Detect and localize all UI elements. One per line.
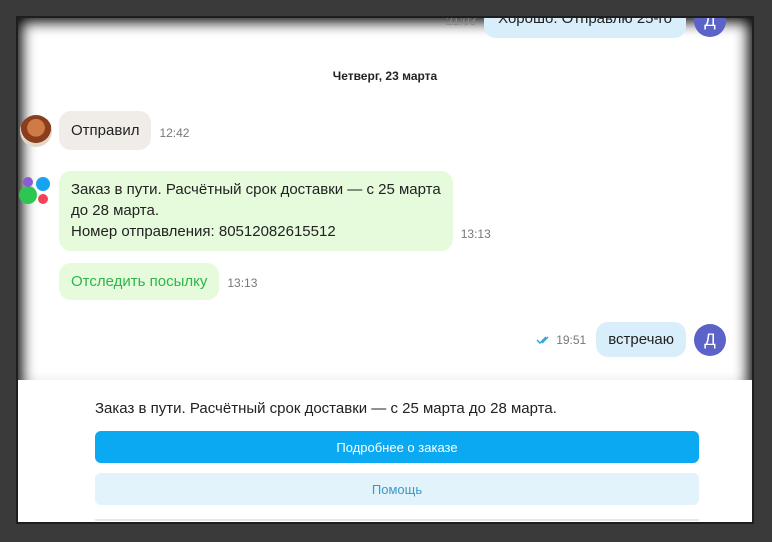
order-action-panel: Заказ в пути. Расчётный срок доставки — …: [18, 380, 752, 522]
outgoing-message: 19:51 встречаю Д: [536, 322, 726, 357]
seller-avatar: [20, 115, 52, 147]
chat-window: 21:03 Хорошо. Отправлю 25-го Д Четверг, …: [18, 18, 752, 522]
order-status-line: Заказ в пути. Расчётный срок доставки — …: [71, 181, 441, 198]
message-time: 13:13: [227, 276, 258, 290]
tracking-number: Номер отправления: 80512082615512: [71, 223, 336, 240]
previous-message-time: 21:03: [446, 18, 477, 28]
previous-outgoing-message: 21:03 Хорошо. Отправлю 25-го Д: [446, 18, 726, 38]
shop-logo-icon: [19, 177, 50, 204]
order-status-line: до 28 марта.: [71, 202, 159, 219]
message-bubble: Отправил: [59, 111, 152, 150]
incoming-message: Заказ в пути. Расчётный срок доставки — …: [59, 171, 491, 251]
double-check-icon: [536, 336, 549, 344]
panel-order-status: Заказ в пути. Расчётный срок доставки — …: [95, 400, 557, 417]
user-avatar: Д: [694, 18, 726, 37]
previous-message-bubble: Хорошо. Отправлю 25-го: [484, 18, 686, 38]
track-parcel-link[interactable]: Отследить посылку: [59, 263, 220, 300]
message-bubble: встречаю: [596, 322, 686, 357]
incoming-message: Отследить посылку 13:13: [59, 263, 257, 300]
message-time: 12:42: [159, 126, 190, 140]
user-avatar: Д: [694, 323, 726, 356]
divider: [95, 519, 699, 521]
date-separator: Четверг, 23 марта: [332, 69, 438, 83]
order-status-bubble: Заказ в пути. Расчётный срок доставки — …: [59, 171, 453, 251]
message-time: 13:13: [460, 227, 491, 241]
message-time: 19:51: [556, 332, 587, 347]
help-button[interactable]: Помощь: [95, 473, 699, 505]
order-details-button[interactable]: Подробнее о заказе: [95, 431, 699, 463]
incoming-message: Отправил 12:42: [59, 111, 189, 150]
message-meta: 19:51: [536, 333, 586, 347]
